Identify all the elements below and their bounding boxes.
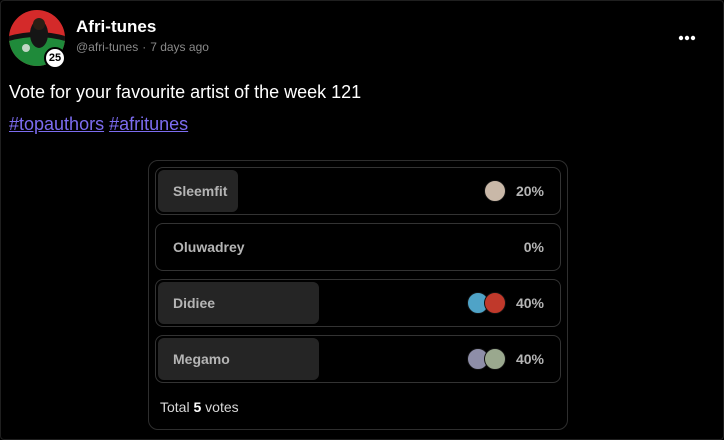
post-body: Vote for your favourite artist of the we…: [9, 82, 362, 102]
poll-option-megamo[interactable]: Megamo 40%: [155, 335, 561, 383]
meta-separator: ·: [142, 40, 147, 54]
author-name[interactable]: Afri-tunes: [76, 17, 156, 37]
poll-option-label: Oluwadrey: [173, 239, 245, 255]
poll-option-percent: 40%: [515, 351, 544, 367]
post-meta: @afri-tunes · 7 days ago: [76, 40, 209, 54]
voter-avatars: [466, 348, 506, 370]
poll-option-percent: 20%: [515, 183, 544, 199]
poll-option-percent: 0%: [523, 239, 544, 255]
author-handle[interactable]: @afri-tunes: [76, 40, 138, 54]
total-suffix: votes: [205, 399, 239, 415]
voter-avatar[interactable]: [483, 348, 506, 370]
poll-option-label: Sleemfit: [173, 183, 228, 199]
poll-option-sleemfit[interactable]: Sleemfit 20%: [155, 167, 561, 215]
poll-option-didiee[interactable]: Didiee 40%: [155, 279, 561, 327]
voter-avatar[interactable]: [483, 292, 506, 314]
poll-total: Total 5 votes: [160, 399, 239, 415]
poll-option-percent: 40%: [515, 295, 544, 311]
total-count: 5: [193, 399, 202, 415]
poll-option-label: Megamo: [173, 351, 230, 367]
tag-link[interactable]: #afritunes: [109, 114, 188, 135]
post-time[interactable]: 7 days ago: [150, 40, 209, 54]
total-prefix: Total: [160, 399, 190, 415]
voter-avatars: [483, 180, 506, 202]
more-options-button[interactable]: [672, 26, 702, 50]
reputation-badge: 25: [44, 47, 66, 69]
poll-option-oluwadrey[interactable]: Oluwadrey 0%: [155, 223, 561, 271]
tag-link[interactable]: #topauthors: [9, 114, 104, 135]
post-tags: #topauthors #afritunes: [9, 114, 188, 135]
poll-widget: Sleemfit 20% Oluwadrey 0% Didiee 40% Meg…: [148, 160, 568, 430]
voter-avatars: [466, 292, 506, 314]
author-avatar[interactable]: 25: [9, 10, 66, 69]
poll-option-label: Didiee: [173, 295, 216, 311]
more-horizontal-icon: [678, 35, 696, 41]
voter-avatar[interactable]: [483, 180, 506, 202]
